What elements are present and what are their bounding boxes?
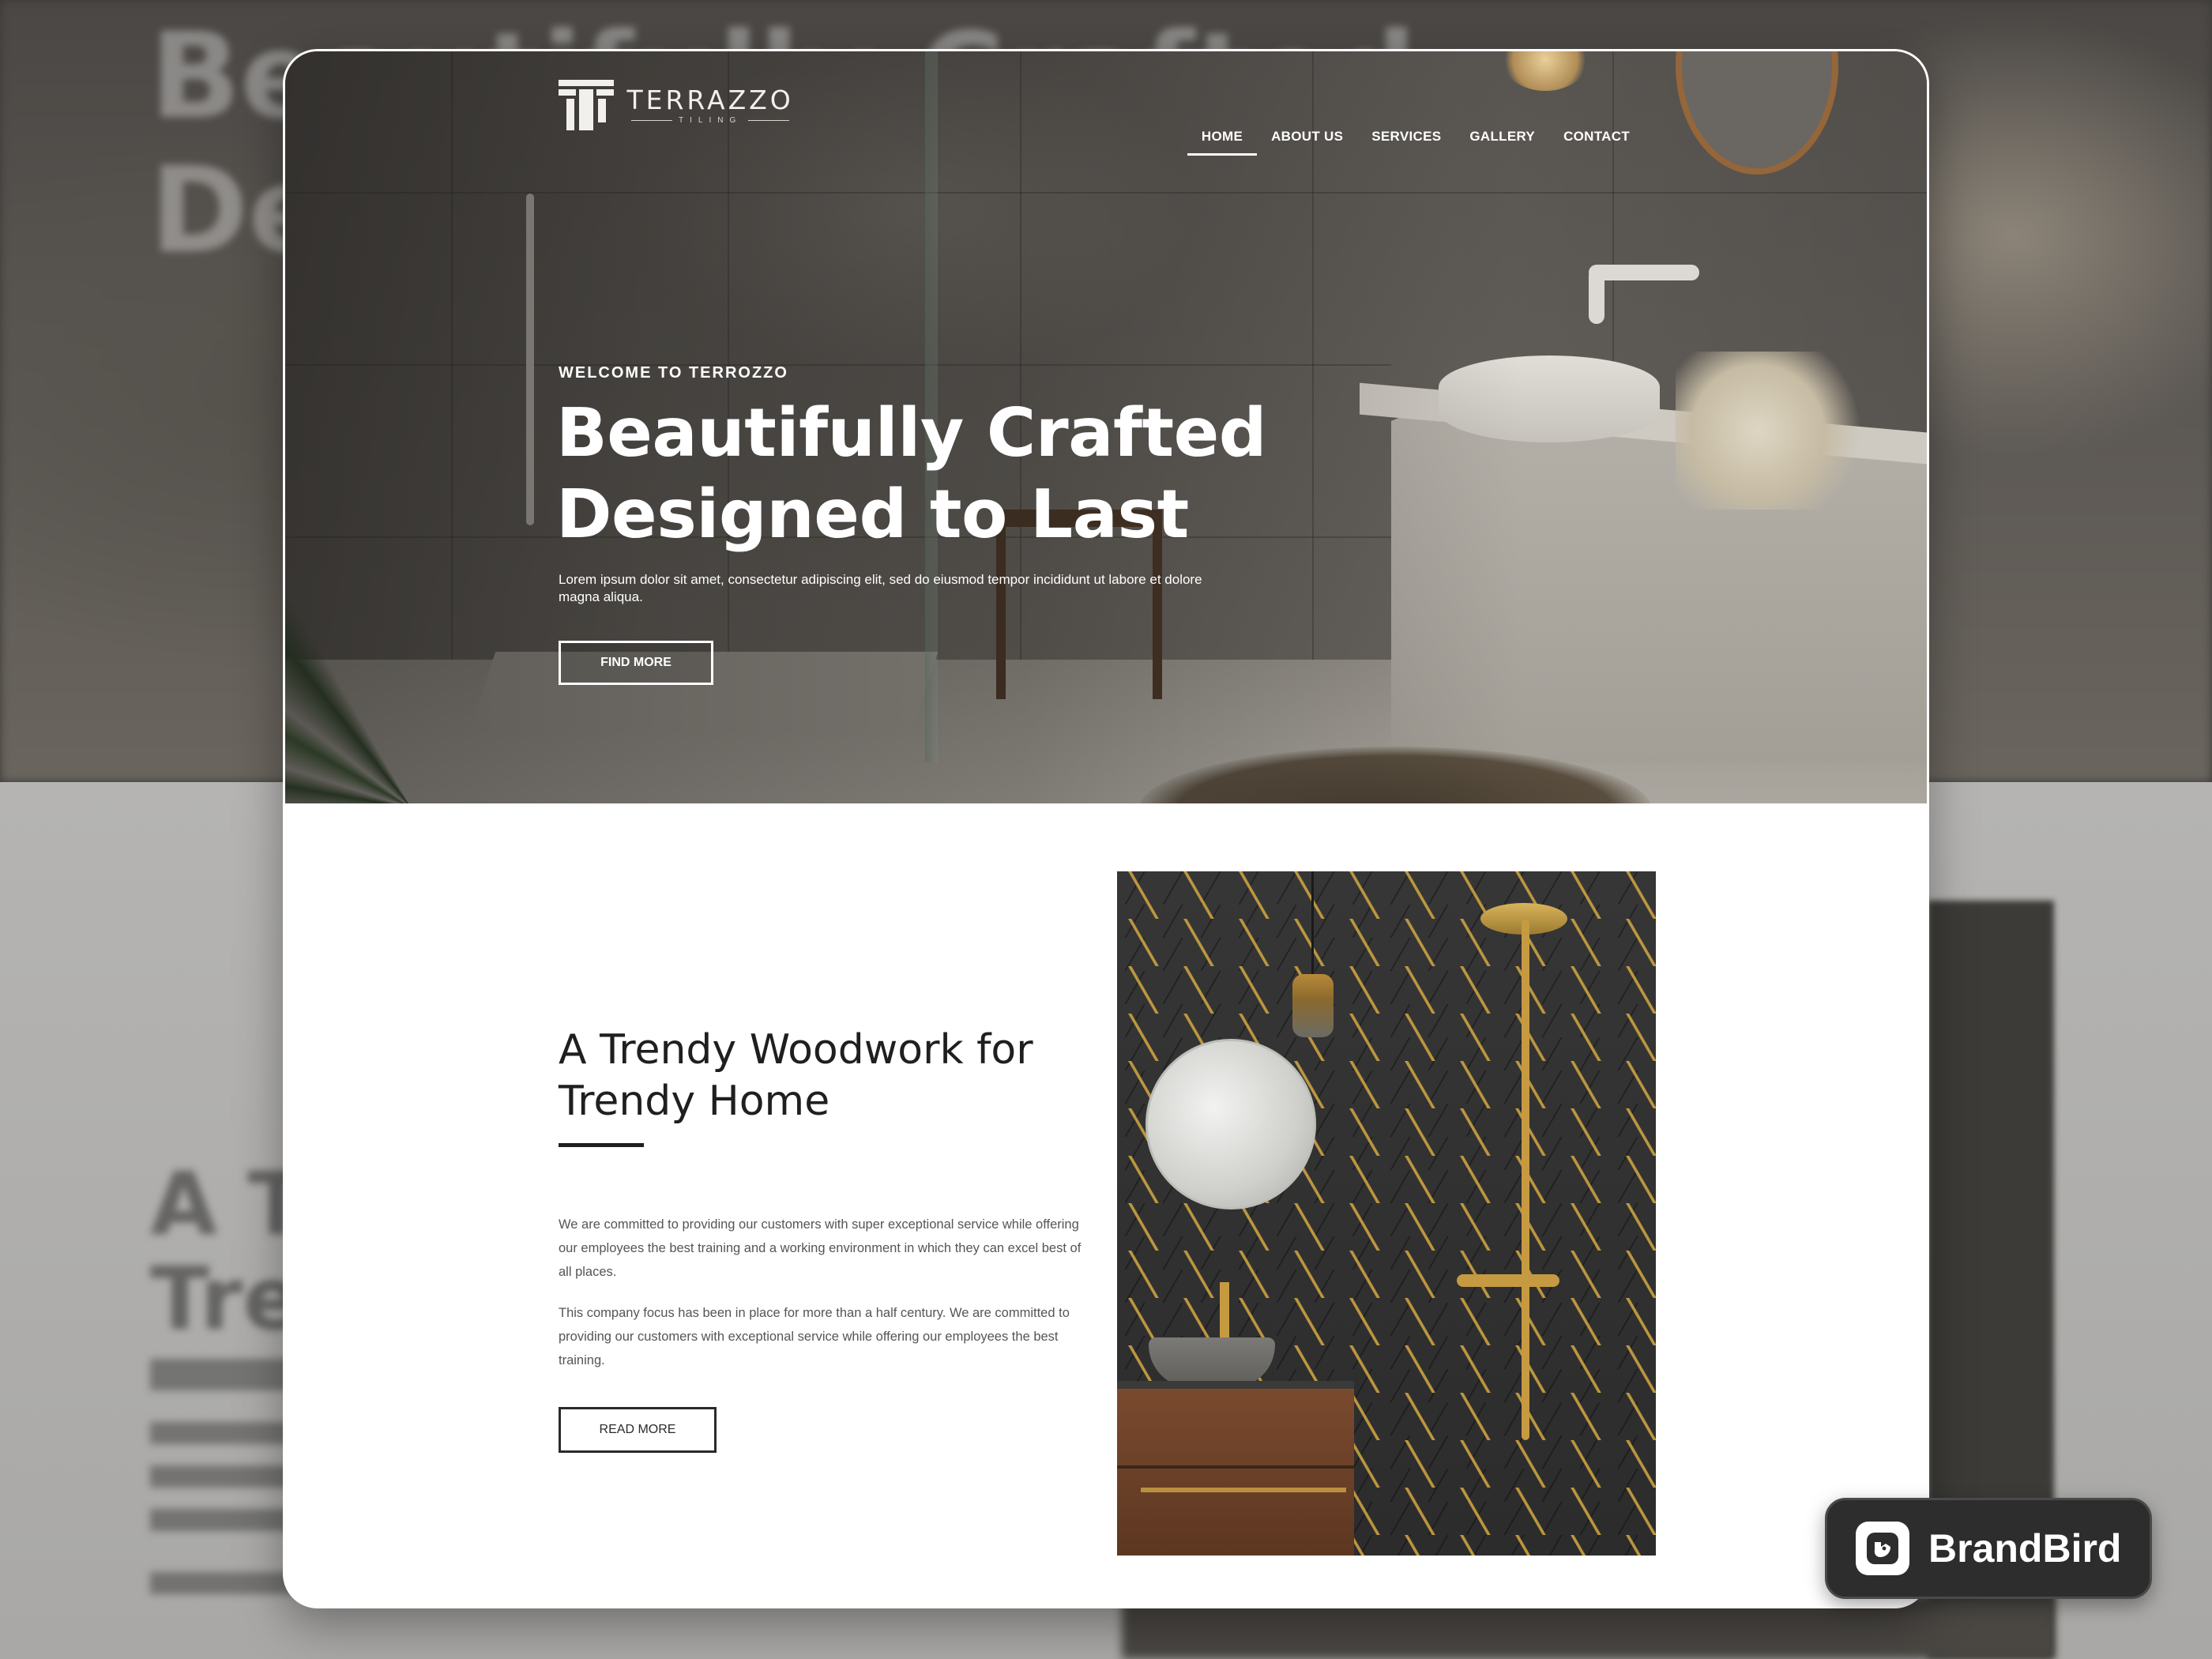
logo-name: TERRAZZO [626,84,794,115]
hero-eyebrow: WELCOME TO TERROZZO [559,364,788,382]
terrazzo-t-logo-icon [559,80,614,130]
about-title-line: Trendy Home [559,1078,830,1125]
hero-title-line: Beautifully Crafted [556,394,1267,472]
nav-item-home[interactable]: HOME [1187,129,1258,156]
read-more-button[interactable]: READ MORE [559,1407,717,1453]
nav-item-services[interactable]: SERVICES [1357,129,1455,156]
bathroom-feature-image [1117,871,1656,1556]
nav-item-contact[interactable]: CONTACT [1549,129,1644,156]
pendant-light [1292,974,1334,1037]
gold-shower-rail [1522,919,1529,1440]
find-more-button[interactable]: FIND MORE [559,641,713,685]
title-underline [559,1143,644,1147]
logo-wordmark: TERRAZZO TILING [625,84,796,125]
about-paragraph: We are committed to providing our custom… [559,1217,1082,1279]
hero-description: Lorem ipsum dolor sit amet, consectetur … [559,572,1202,604]
website-mockup-card: TERRAZZO TILING HOME ABOUT US SERVICES G… [283,49,1929,1608]
pendant-cord [1311,871,1314,976]
round-mirror [1146,1039,1316,1209]
nav-item-gallery[interactable]: GALLERY [1455,129,1549,156]
gold-faucet [1220,1282,1229,1339]
site-logo[interactable]: TERRAZZO TILING [559,78,796,132]
nav-item-about-us[interactable]: ABOUT US [1257,129,1357,156]
brandbird-label: BrandBird [1928,1526,2122,1571]
main-navigation: HOME ABOUT US SERVICES GALLERY CONTACT [1187,129,1644,156]
brandbird-bird-icon [1856,1522,1909,1575]
hero-title-line: Designed to Last [556,476,1189,554]
logo-subtitle: TILING [625,116,796,125]
hero-section: TERRAZZO TILING HOME ABOUT US SERVICES G… [285,51,1927,803]
cabinet-drawer-line [1117,1465,1354,1469]
brandbird-badge[interactable]: BrandBird [1825,1498,2152,1599]
hero-title: Beautifully Crafted Designed to Last [556,393,1267,555]
about-title-line: A Trendy Woodwork for [559,1026,1033,1074]
about-paragraph: This company focus has been in place for… [559,1306,1070,1367]
about-title: A Trendy Woodwork for Trendy Home [559,1025,1064,1127]
cabinet-handle [1141,1488,1346,1492]
shower-mixer-bar [1457,1274,1559,1287]
